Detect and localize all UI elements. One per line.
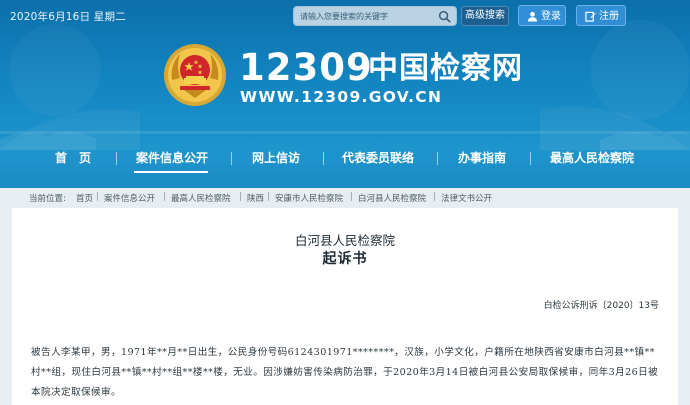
nav-item-deputy-liaison[interactable]: 代表委员联络 xyxy=(342,149,414,167)
breadcrumb-prefix: 当前位置: xyxy=(29,194,66,204)
nav-separator xyxy=(530,152,531,165)
breadcrumb-item[interactable]: 陕西 xyxy=(247,192,264,204)
nav-item-online-petition[interactable]: 网上信访 xyxy=(250,149,302,167)
advanced-search-button[interactable]: 高级搜索 xyxy=(461,6,509,26)
search-icon[interactable] xyxy=(438,10,451,23)
document-paragraph: 被告人李某甲，男，1971年**月**日出生，公民身份号码6124301971*… xyxy=(31,347,659,398)
breadcrumb-separator: | xyxy=(433,192,436,202)
current-date: 2020年6月16日 星期二 xyxy=(10,11,126,23)
procuratorate-emblem-icon xyxy=(164,44,226,106)
document-number: 白检公诉刑诉〔2020〕13号 xyxy=(543,301,659,311)
breadcrumb-item[interactable]: 安康市人民检察院 xyxy=(275,192,343,204)
nav-item-case-info[interactable]: 案件信息公开 xyxy=(134,149,210,167)
breadcrumb-item[interactable]: 首页 xyxy=(76,192,93,204)
edit-icon xyxy=(585,11,596,22)
register-label: 注册 xyxy=(599,11,619,22)
breadcrumb-item[interactable]: 最高人民检察院 xyxy=(171,192,231,204)
nav-separator xyxy=(323,152,324,165)
breadcrumb-item[interactable]: 法律文书公开 xyxy=(441,192,492,204)
breadcrumb-item[interactable]: 案件信息公开 xyxy=(104,192,155,204)
breadcrumb-item[interactable]: 白河县人民检察院 xyxy=(358,192,426,204)
nav-separator xyxy=(116,152,117,165)
nav-active-indicator xyxy=(134,171,208,173)
logo-number: 12309 xyxy=(239,46,373,89)
document-title: 起诉书 xyxy=(322,251,368,267)
document-panel: 白河县人民检察院 起诉书 白检公诉刑诉〔2020〕13号 被告人李某甲，男，19… xyxy=(12,208,678,405)
site-header: 2020年6月16日 星期二 高级搜索 登录 注册 xyxy=(0,0,690,188)
nav-item-home[interactable]: 首 页 xyxy=(54,149,92,167)
main-nav: 首 页 案件信息公开 网上信访 代表委员联络 办事指南 最高人民检察院 xyxy=(0,142,690,176)
nav-item-service-guide[interactable]: 办事指南 xyxy=(456,149,508,167)
login-button[interactable]: 登录 xyxy=(518,5,566,26)
nav-separator xyxy=(437,152,438,165)
nav-item-supreme-procuratorate[interactable]: 最高人民检察院 xyxy=(550,149,634,167)
user-icon xyxy=(527,11,538,22)
breadcrumb-separator: | xyxy=(267,192,270,202)
breadcrumb-separator: | xyxy=(96,192,99,202)
search-input[interactable] xyxy=(300,9,430,24)
document-organization: 白河县人民检察院 xyxy=(294,233,395,248)
top-bar: 2020年6月16日 星期二 高级搜索 登录 注册 xyxy=(0,0,690,30)
search-box[interactable] xyxy=(293,6,457,26)
login-label: 登录 xyxy=(541,11,561,22)
breadcrumb-separator: | xyxy=(163,192,166,202)
logo-site-name: 中国检察网 xyxy=(368,51,523,86)
breadcrumb: 当前位置: 首页 | 案件信息公开 | 最高人民检察院 | 陕西 | 安康市人民… xyxy=(0,189,690,207)
breadcrumb-separator: | xyxy=(350,192,353,202)
logo-url: WWW.12309.GOV.CN xyxy=(240,88,443,106)
register-button[interactable]: 注册 xyxy=(576,5,626,26)
nav-separator xyxy=(231,152,232,165)
breadcrumb-separator: | xyxy=(239,192,242,202)
